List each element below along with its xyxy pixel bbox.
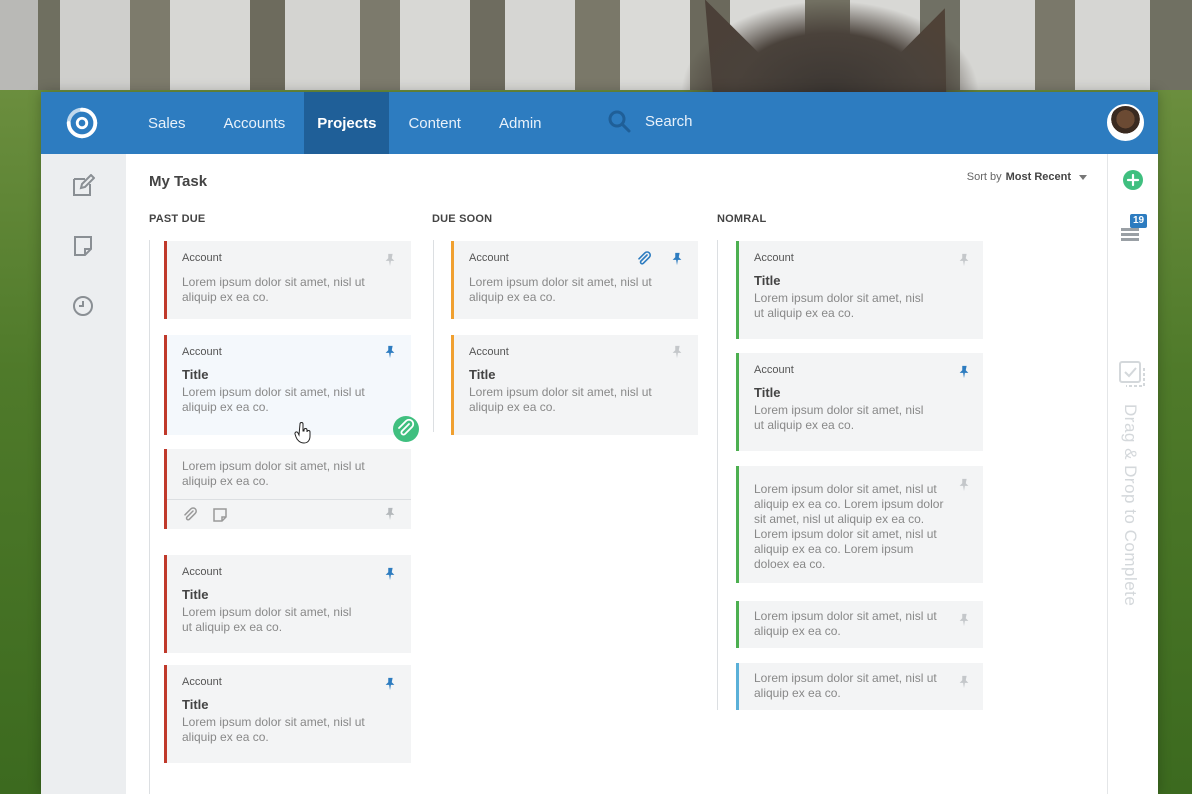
note-icon[interactable] xyxy=(71,234,95,258)
task-card[interactable]: Account Title Lorem ipsum dolor sit amet… xyxy=(736,353,983,451)
nav-sales[interactable]: Sales xyxy=(129,92,205,154)
pin-icon[interactable] xyxy=(957,478,971,492)
pin-icon[interactable] xyxy=(957,253,971,267)
search-icon xyxy=(608,110,631,133)
card-account: Account xyxy=(754,364,794,376)
user-avatar[interactable] xyxy=(1107,104,1144,141)
search-label: Search xyxy=(645,112,693,130)
attach-button[interactable] xyxy=(393,416,419,442)
card-body: Lorem ipsum dolor sit amet, nisl ut aliq… xyxy=(754,609,937,638)
stack-count-badge: 19 xyxy=(1130,214,1148,228)
card-title: Title xyxy=(182,367,209,382)
right-rail: 19 Drag & Drop to Complete xyxy=(1107,154,1158,794)
card-body: Lorem ipsum dolor sit amet, nisl ut aliq… xyxy=(182,385,365,414)
task-card[interactable]: Account Title Lorem ipsum dolor sit amet… xyxy=(164,555,411,653)
page-title: My Task xyxy=(149,173,208,190)
task-card[interactable]: Lorem ipsum dolor sit amet, nisl ut aliq… xyxy=(736,601,983,648)
task-card[interactable]: Lorem ipsum dolor sit amet, nisl ut aliq… xyxy=(736,663,983,710)
pin-icon[interactable] xyxy=(670,252,684,266)
pin-icon[interactable] xyxy=(383,253,397,267)
task-card[interactable]: Account Lorem ipsum dolor sit amet, nisl… xyxy=(164,241,411,319)
task-card[interactable]: Account Title Lorem ipsum dolor sit amet… xyxy=(736,241,983,339)
card-title: Title xyxy=(182,697,209,712)
card-title: Title xyxy=(469,367,496,382)
paperclip-icon xyxy=(398,418,415,436)
task-card[interactable]: Account Title Lorem ipsum dolor sit amet… xyxy=(451,335,698,435)
pin-icon[interactable] xyxy=(670,345,684,359)
pin-icon[interactable] xyxy=(957,613,971,627)
pin-icon[interactable] xyxy=(383,345,397,359)
card-body: Lorem ipsum dolor sit amet, nisl ut aliq… xyxy=(754,671,937,700)
search-field[interactable]: Search xyxy=(607,109,693,133)
left-rail xyxy=(41,154,126,794)
card-title: Title xyxy=(754,385,781,400)
card-body: Lorem ipsum dolor sit amet, nisl ut aliq… xyxy=(754,482,944,571)
nav-accounts[interactable]: Accounts xyxy=(205,92,305,154)
nav-content[interactable]: Content xyxy=(389,92,480,154)
task-card[interactable]: Account Title Lorem ipsum dolor sit amet… xyxy=(164,665,411,763)
card-title: Title xyxy=(182,587,209,602)
task-card[interactable]: Lorem ipsum dolor sit amet, nisl ut aliq… xyxy=(164,449,411,529)
column-heading-normal: NOMRAL xyxy=(717,213,767,225)
card-account: Account xyxy=(182,676,222,688)
card-body: Lorem ipsum dolor sit amet, nisl ut aliq… xyxy=(182,275,365,304)
column-heading-due-soon: DUE SOON xyxy=(432,213,493,225)
pin-icon[interactable] xyxy=(957,365,971,379)
pin-icon[interactable] xyxy=(383,507,397,521)
card-account: Account xyxy=(182,252,222,264)
card-body: Lorem ipsum dolor sit amet, nisl ut aliq… xyxy=(754,291,924,320)
app-window: Sales Accounts Projects Content Admin Se… xyxy=(41,92,1158,794)
card-body: Lorem ipsum dolor sit amet, nisl ut aliq… xyxy=(469,275,652,304)
hand-cursor-icon xyxy=(294,422,311,444)
pin-icon[interactable] xyxy=(383,567,397,581)
logo-icon[interactable] xyxy=(63,104,101,142)
main-nav: Sales Accounts Projects Content Admin xyxy=(129,92,561,154)
sort-prefix: Sort by xyxy=(966,171,1002,183)
card-title: Title xyxy=(754,273,781,288)
column-divider xyxy=(717,240,718,710)
task-board: My Task Sort by Most Recent PAST DUE DUE… xyxy=(126,154,1107,794)
plus-icon xyxy=(1126,173,1140,187)
add-button[interactable] xyxy=(1123,170,1143,190)
card-footer xyxy=(167,499,411,529)
card-body: Lorem ipsum dolor sit amet, nisl ut aliq… xyxy=(182,715,365,744)
card-body: Lorem ipsum dolor sit amet, nisl ut aliq… xyxy=(182,605,352,634)
column-divider xyxy=(149,240,150,794)
task-card[interactable]: Account Title Lorem ipsum dolor sit amet… xyxy=(164,335,411,435)
cat-head xyxy=(680,0,980,92)
stack-button[interactable]: 19 xyxy=(1119,214,1149,244)
background-fence xyxy=(0,0,1192,100)
nav-admin[interactable]: Admin xyxy=(480,92,561,154)
edit-icon[interactable] xyxy=(71,174,95,198)
sort-value: Most Recent xyxy=(1005,171,1071,183)
paperclip-icon[interactable] xyxy=(636,251,652,267)
chevron-down-icon xyxy=(1079,174,1087,180)
pin-icon[interactable] xyxy=(957,675,971,689)
card-account: Account xyxy=(469,346,509,358)
card-body: Lorem ipsum dolor sit amet, nisl ut aliq… xyxy=(469,385,652,414)
card-body: Lorem ipsum dolor sit amet, nisl ut aliq… xyxy=(754,403,924,432)
clock-icon[interactable] xyxy=(71,294,95,318)
card-account: Account xyxy=(182,566,222,578)
column-heading-past-due: PAST DUE xyxy=(149,213,206,225)
note-icon[interactable] xyxy=(212,507,228,523)
paperclip-icon[interactable] xyxy=(182,507,198,523)
task-card[interactable]: Account Lorem ipsum dolor sit amet, nisl… xyxy=(451,241,698,319)
pin-icon[interactable] xyxy=(383,677,397,691)
card-account: Account xyxy=(182,346,222,358)
card-body: Lorem ipsum dolor sit amet, nisl ut aliq… xyxy=(182,459,365,488)
nav-projects[interactable]: Projects xyxy=(304,92,390,154)
top-nav-bar: Sales Accounts Projects Content Admin Se… xyxy=(41,92,1158,154)
drop-target-icon xyxy=(1119,361,1145,387)
task-card[interactable]: Lorem ipsum dolor sit amet, nisl ut aliq… xyxy=(736,466,983,583)
card-account: Account xyxy=(754,252,794,264)
sort-dropdown[interactable]: Sort by Most Recent xyxy=(967,171,1087,183)
column-divider xyxy=(433,240,434,432)
drop-zone-label: Drag & Drop to Complete xyxy=(1121,404,1140,607)
